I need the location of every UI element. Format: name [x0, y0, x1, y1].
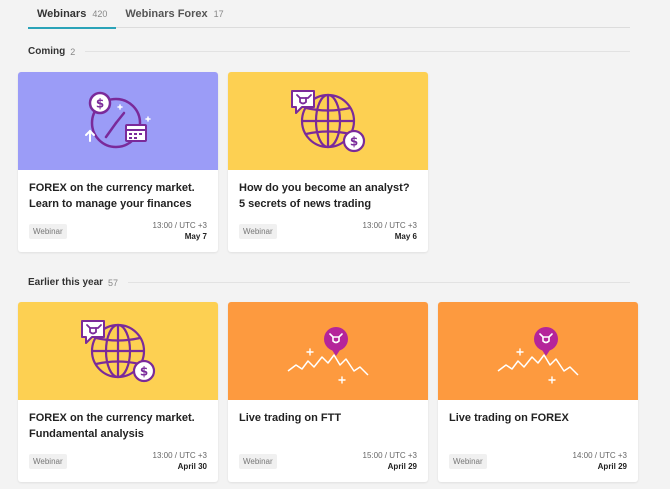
card-date: April 30	[177, 462, 207, 471]
clock-dollar-calendar-icon: $	[85, 91, 151, 149]
globe-bull-dollar-icon: $	[81, 320, 156, 383]
card-title: Live trading on FTT	[239, 412, 342, 424]
card-schedule: 15:00 / UTC +3 April 29	[363, 450, 417, 472]
card-time: 15:00 / UTC +3	[362, 451, 417, 460]
card-time: 13:00 / UTC +3	[152, 221, 207, 230]
card-type-badge: Webinar	[239, 224, 277, 239]
section-title: Earlier this year	[28, 277, 104, 288]
card-title: FOREX on the currency market. Fundamenta…	[29, 412, 195, 440]
card-type-badge: Webinar	[449, 454, 487, 469]
card-schedule: 13:00 / UTC +3 May 7	[153, 220, 207, 242]
svg-text:$: $	[96, 97, 104, 111]
tab-count: 420	[92, 9, 108, 19]
svg-text:$: $	[140, 365, 148, 379]
svg-text:$: $	[350, 135, 358, 149]
globe-bull-dollar-icon: $	[291, 90, 366, 153]
card-banner	[228, 302, 428, 400]
card-date: May 6	[394, 232, 417, 241]
webinar-card[interactable]: $ FOREX on the currency market. Fundamen…	[18, 302, 218, 482]
card-date: April 29	[387, 462, 417, 471]
tab-label: Webinars	[37, 8, 87, 20]
section-title: Coming	[28, 46, 66, 57]
webinar-card[interactable]: $ FOREX on the currency market. Learn to…	[18, 72, 218, 252]
card-banner: $	[228, 72, 428, 170]
card-title: Live trading on FOREX	[449, 412, 569, 424]
section-divider	[128, 282, 630, 283]
card-time: 14:00 / UTC +3	[572, 451, 627, 460]
tab-webinars[interactable]: Webinars 420	[28, 0, 117, 29]
bull-pin-chart-icon	[497, 327, 579, 384]
card-type-badge: Webinar	[29, 224, 67, 239]
tab-webinars-forex[interactable]: Webinars Forex 17	[116, 0, 232, 28]
tab-count: 17	[213, 9, 224, 19]
card-banner: $	[18, 72, 218, 170]
bull-pin-chart-icon	[287, 327, 369, 384]
card-banner: $	[18, 302, 218, 400]
webinar-card[interactable]: Live trading on FOREX Webinar 14:00 / UT…	[438, 302, 638, 482]
card-title: FOREX on the currency market. Learn to m…	[29, 182, 195, 210]
card-type-badge: Webinar	[239, 454, 277, 469]
section-header-coming: Coming 2	[28, 46, 630, 57]
card-type-badge: Webinar	[29, 454, 67, 469]
card-date: April 29	[597, 462, 627, 471]
webinar-card[interactable]: Live trading on FTT Webinar 15:00 / UTC …	[228, 302, 428, 482]
section-count: 57	[108, 277, 119, 288]
card-schedule: 13:00 / UTC +3 April 30	[153, 450, 207, 472]
card-title: How do you become an analyst? 5 secrets …	[239, 182, 410, 210]
section-divider	[85, 51, 630, 52]
section-header-earlier: Earlier this year 57	[28, 277, 630, 288]
card-schedule: 14:00 / UTC +3 April 29	[573, 450, 627, 472]
card-time: 13:00 / UTC +3	[362, 221, 417, 230]
section-count: 2	[70, 46, 76, 57]
card-date: May 7	[184, 232, 207, 241]
webinar-card[interactable]: $ How do you become an analyst? 5 secret…	[228, 72, 428, 252]
card-schedule: 13:00 / UTC +3 May 6	[363, 220, 417, 242]
card-time: 13:00 / UTC +3	[152, 451, 207, 460]
tab-bar: Webinars 420 Webinars Forex 17	[28, 0, 630, 29]
card-banner	[438, 302, 638, 400]
tab-label: Webinars Forex	[125, 8, 208, 20]
